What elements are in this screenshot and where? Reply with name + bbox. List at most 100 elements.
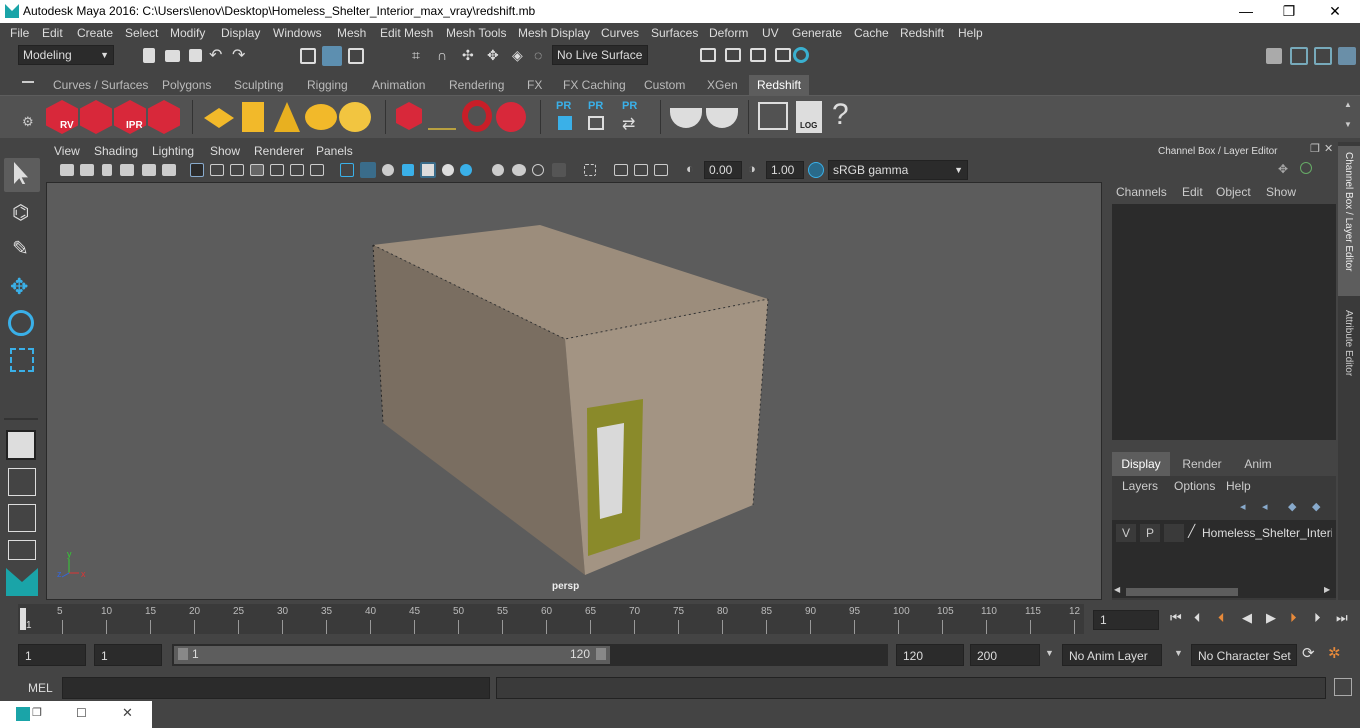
select-tool-button[interactable] xyxy=(4,158,40,192)
tab-curves-surfaces[interactable]: Curves / Surfaces xyxy=(45,75,156,95)
menu-help[interactable]: Help xyxy=(958,26,983,40)
channel-box-rotate-icon[interactable] xyxy=(1300,162,1312,174)
redshift-proxy-import-icon[interactable] xyxy=(588,116,604,130)
redshift-proxy-export-icon[interactable] xyxy=(558,116,572,130)
select-by-object-icon[interactable] xyxy=(348,48,364,64)
channel-menu-object[interactable]: Object xyxy=(1216,185,1251,199)
attribute-editor-toggle-icon[interactable] xyxy=(1314,47,1332,65)
auto-key-icon[interactable]: ⟳ xyxy=(1302,644,1315,662)
layer-row[interactable]: V P ╱ Homeless_Shelter_Interic xyxy=(1114,524,1334,542)
sidebar-toggle-icon[interactable] xyxy=(1266,48,1282,64)
xray-icon[interactable] xyxy=(584,164,596,176)
animation-prefs-icon[interactable]: ✲ xyxy=(1328,644,1341,662)
snap-curve-icon[interactable]: ∩ xyxy=(437,47,447,63)
menu-windows[interactable]: Windows xyxy=(273,26,322,40)
step-back-key-icon[interactable]: ⏴ xyxy=(1194,610,1201,626)
tab-layer-anim[interactable]: Anim xyxy=(1232,452,1284,476)
tab-custom[interactable]: Custom xyxy=(636,75,693,95)
redshift-portal-light-icon[interactable] xyxy=(242,102,264,132)
maximize-button[interactable]: ❐ xyxy=(1266,0,1312,23)
move-layer-down-icon[interactable]: ◂ xyxy=(1262,500,1268,513)
color-management-icon[interactable] xyxy=(808,162,824,178)
close-icon[interactable]: ✕ xyxy=(122,705,133,721)
anti-aliasing-icon[interactable] xyxy=(512,164,526,176)
tab-fx[interactable]: FX xyxy=(519,75,550,95)
screen-space-ao-icon[interactable] xyxy=(460,164,472,176)
redshift-log-icon[interactable]: LOG xyxy=(796,101,822,133)
gate-mask-icon[interactable] xyxy=(250,164,264,176)
side-tab-attribute-editor[interactable]: Attribute Editor xyxy=(1338,306,1360,398)
single-perspective-layout-icon[interactable] xyxy=(6,430,36,460)
new-layer-icon[interactable]: ◆ xyxy=(1288,500,1296,513)
redshift-hair-icon[interactable] xyxy=(428,110,456,130)
redshift-ipr-icon[interactable]: IPR xyxy=(114,100,146,134)
scale-tool-icon[interactable] xyxy=(10,348,34,372)
snap-view-icon[interactable]: ✥ xyxy=(487,47,499,64)
menu-uv[interactable]: UV xyxy=(762,26,779,40)
step-back-frame-icon[interactable]: ⏴ xyxy=(1218,610,1225,626)
redo-icon[interactable]: ↷ xyxy=(232,45,245,65)
shelf-scroll-down-icon[interactable]: ▼ xyxy=(1344,120,1352,129)
range-bar[interactable]: 1 120 xyxy=(172,644,888,666)
maximize-icon[interactable]: ☐ xyxy=(76,706,87,720)
range-start-grip[interactable] xyxy=(178,648,188,660)
menu-mesh[interactable]: Mesh xyxy=(337,26,366,40)
grid-icon[interactable] xyxy=(190,163,204,177)
menu-redshift[interactable]: Redshift xyxy=(900,26,944,40)
time-slider[interactable]: 1 5 10 15 20 25 30 35 40 45 50 55 60 65 70 75 80 85 90 95 1… xyxy=(0,602,1360,636)
go-to-start-icon[interactable]: ⏮ xyxy=(1170,610,1182,626)
shelf-gear-icon[interactable]: ⚙ xyxy=(22,114,34,130)
menu-edit[interactable]: Edit xyxy=(42,26,63,40)
perspective-viewport[interactable]: y z x persp xyxy=(46,182,1102,600)
minimized-window[interactable]: ❐ ☐ ✕ xyxy=(0,701,152,728)
channel-menu-show[interactable]: Show xyxy=(1266,185,1296,199)
menu-surfaces[interactable]: Surfaces xyxy=(651,26,698,40)
select-by-component-icon[interactable] xyxy=(322,46,342,66)
viewport-menu-lighting[interactable]: Lighting xyxy=(152,144,194,158)
shelf-scroll-up-icon[interactable]: ▲ xyxy=(1344,100,1352,109)
new-layer-selected-icon[interactable]: ◆ xyxy=(1312,500,1320,513)
animation-end-field[interactable]: 200 xyxy=(970,644,1040,666)
tab-fx-caching[interactable]: FX Caching xyxy=(555,75,634,95)
layer-menu-help[interactable]: Help xyxy=(1226,479,1251,493)
save-scene-icon[interactable] xyxy=(189,49,202,62)
wireframe-on-shaded-icon[interactable] xyxy=(382,164,394,176)
help-icon[interactable]: ? xyxy=(832,98,849,132)
layer-menu-layers[interactable]: Layers xyxy=(1122,479,1158,493)
viewport-menu-panels[interactable]: Panels xyxy=(316,144,353,158)
field-chart-icon[interactable] xyxy=(270,164,284,176)
shelf-menu-icon[interactable] xyxy=(22,81,34,83)
menu-deform[interactable]: Deform xyxy=(709,26,748,40)
menu-modify[interactable]: Modify xyxy=(170,26,205,40)
playback-end-field[interactable]: 120 xyxy=(896,644,964,666)
anim-layer-field[interactable]: No Anim Layer xyxy=(1062,644,1162,666)
use-all-lights-icon[interactable] xyxy=(420,162,436,178)
move-tool-icon[interactable]: ✥ xyxy=(10,274,28,300)
menu-cache[interactable]: Cache xyxy=(854,26,889,40)
layer-playback-toggle[interactable]: P xyxy=(1140,524,1160,542)
view-transform-dropdown[interactable]: sRGB gamma ▼ xyxy=(828,160,968,180)
redshift-bake-icon[interactable] xyxy=(670,108,702,128)
camera-icon[interactable] xyxy=(60,164,74,176)
character-set-chevron-icon[interactable]: ▼ xyxy=(1174,648,1183,658)
layer-menu-options[interactable]: Options xyxy=(1174,479,1215,493)
grease-pencil-icon[interactable] xyxy=(162,164,176,176)
xray-joints-icon[interactable] xyxy=(614,164,628,176)
layer-name[interactable]: Homeless_Shelter_Interic xyxy=(1202,526,1332,540)
2d-pan-zoom-icon[interactable] xyxy=(142,164,156,176)
menu-file[interactable]: File xyxy=(10,26,29,40)
tab-redshift[interactable]: Redshift xyxy=(749,75,810,95)
modeling-toolkit-icon[interactable] xyxy=(1290,47,1308,65)
safe-action-icon[interactable] xyxy=(290,164,304,176)
wireframe-icon[interactable] xyxy=(340,163,354,177)
render-settings-icon[interactable] xyxy=(775,48,791,62)
snap-grid-icon[interactable]: ⌗ xyxy=(412,47,420,64)
motion-blur-icon[interactable] xyxy=(492,164,504,176)
tab-animation[interactable]: Animation xyxy=(364,75,433,95)
playback-start-field[interactable]: 1 xyxy=(94,644,162,666)
depth-of-field-icon[interactable] xyxy=(532,164,544,176)
range-handle[interactable]: 1 120 xyxy=(174,646,610,664)
image-plane-icon[interactable] xyxy=(120,164,134,176)
redshift-ies-light-icon[interactable] xyxy=(274,102,300,132)
viewport-menu-show[interactable]: Show xyxy=(210,144,240,158)
